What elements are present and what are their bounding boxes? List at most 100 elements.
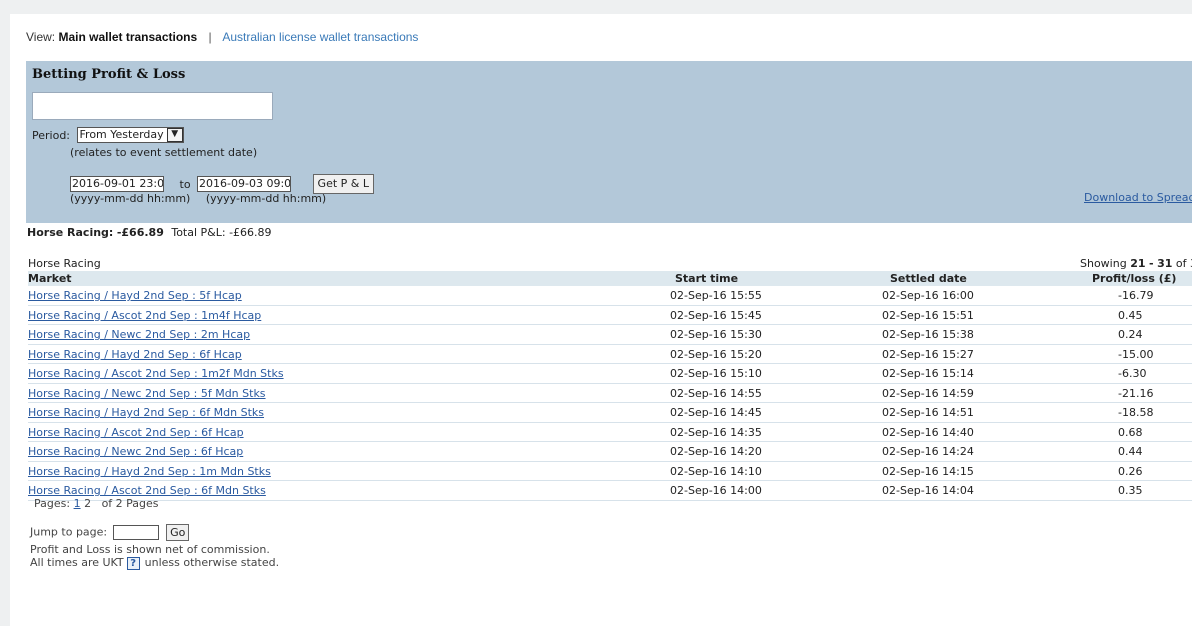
start-time: 02-Sep-16 14:20 (670, 445, 762, 458)
table-row: Horse Racing / Newc 2nd Sep : 6f Hcap 02-… (28, 442, 1192, 462)
start-time: 02-Sep-16 14:35 (670, 425, 762, 439)
pages-label: Pages: (34, 497, 71, 510)
settled-date: 02-Sep-16 14:24 (882, 445, 974, 458)
settled-date: 02-Sep-16 14:04 (882, 484, 974, 497)
market-link[interactable]: Horse Racing / Ascot 2nd Sep : 6f Hcap (28, 426, 244, 439)
profit-loss: -18.58 (1118, 406, 1154, 419)
help-icon[interactable]: ? (126, 556, 140, 570)
period-selected-value: From Yesterday (79, 128, 164, 141)
settled-date: 02-Sep-16 15:14 (882, 367, 974, 380)
start-time: 02-Sep-16 15:10 (670, 367, 762, 380)
showing-suffix: of 31 (1175, 257, 1192, 270)
market-link[interactable]: Horse Racing / Ascot 2nd Sep : 1m4f Hcap (28, 309, 261, 322)
times-prefix: All times are UKT (30, 556, 124, 569)
from-date-input[interactable]: 2016-09-01 23:00 (70, 176, 164, 192)
table-row: Horse Racing / Ascot 2nd Sep : 6f Hcap 02… (28, 423, 1192, 442)
showing-from: 21 (1130, 257, 1146, 270)
pagination: Pages: 1 2 of 2 Pages (34, 497, 159, 510)
view-prefix: View: (26, 30, 56, 44)
table-row: Horse Racing / Hayd 2nd Sep : 5f Hcap 02-… (28, 286, 1192, 306)
profit-loss: 0.35 (1118, 484, 1143, 497)
to-label: to (179, 177, 191, 191)
header-profit-loss: Profit/loss (£) (1092, 272, 1177, 285)
date-range-row: 2016-09-01 23:00 to 2016-09-03 09:08 Get… (70, 174, 374, 194)
table-row: Horse Racing / Newc 2nd Sep : 2m Hcap 02-… (28, 325, 1192, 345)
australian-wallet-link[interactable]: Australian license wallet transactions (222, 30, 418, 44)
panel-title: Betting Profit & Loss (32, 67, 186, 82)
pl-filter-panel: Betting Profit & Loss Period: From Yeste… (26, 61, 1192, 223)
market-link[interactable]: Horse Racing / Hayd 2nd Sep : 6f Mdn Stk… (28, 406, 264, 419)
date-format-hints: (yyyy-mm-dd hh:mm) (yyyy-mm-dd hh:mm) (70, 192, 326, 205)
download-spreadsheet-link[interactable]: Download to Spreadsh (1084, 191, 1192, 204)
profit-loss: 0.68 (1118, 425, 1143, 439)
period-row: Period: From Yesterday ▼ (32, 127, 184, 143)
view-switcher: View: Main wallet transactions | Austral… (26, 30, 418, 44)
chevron-down-icon[interactable]: ▼ (166, 128, 183, 142)
go-button[interactable]: Go (166, 524, 190, 541)
get-pl-button[interactable]: Get P & L (312, 174, 374, 194)
profit-loss: -16.79 (1118, 289, 1154, 302)
settled-date: 02-Sep-16 16:00 (882, 289, 974, 302)
table-row: Horse Racing / Hayd 2nd Sep : 1m Mdn Stk… (28, 462, 1192, 481)
market-link[interactable]: Horse Racing / Hayd 2nd Sep : 1m Mdn Stk… (28, 465, 271, 478)
period-label: Period: (32, 128, 71, 142)
page-current-2: 2 (84, 497, 92, 510)
message-box (32, 92, 273, 120)
start-time: 02-Sep-16 15:20 (670, 347, 762, 361)
jump-page-input[interactable] (112, 525, 159, 540)
total-value: -£66.89 (229, 226, 272, 239)
table-header: Market Start time Settled date Profit/lo… (28, 271, 1192, 286)
market-link[interactable]: Horse Racing / Hayd 2nd Sep : 5f Hcap (28, 289, 242, 302)
table-row: Horse Racing / Ascot 2nd Sep : 1m2f Mdn … (28, 364, 1192, 384)
start-time: 02-Sep-16 15:30 (670, 328, 762, 341)
from-format-hint: (yyyy-mm-dd hh:mm) (70, 192, 191, 205)
market-link[interactable]: Horse Racing / Ascot 2nd Sep : 1m2f Mdn … (28, 367, 284, 380)
settled-date: 02-Sep-16 15:51 (882, 308, 974, 322)
profit-loss: 0.45 (1118, 308, 1143, 322)
page-container: View: Main wallet transactions | Austral… (10, 14, 1192, 626)
start-time: 02-Sep-16 14:45 (670, 406, 762, 419)
to-format-hint: (yyyy-mm-dd hh:mm) (205, 192, 327, 205)
header-market: Market (28, 272, 72, 285)
settled-date: 02-Sep-16 15:27 (882, 347, 974, 361)
view-current: Main wallet transactions (58, 30, 198, 44)
showing-prefix: Showing (1080, 257, 1127, 270)
profit-loss: -6.30 (1118, 367, 1147, 380)
commission-note: Profit and Loss is shown net of commissi… (30, 543, 270, 556)
category-value: -£66.89 (116, 226, 164, 239)
profit-loss: 0.26 (1118, 464, 1143, 478)
table-row: Horse Racing / Hayd 2nd Sep : 6f Hcap 02-… (28, 345, 1192, 364)
settled-date: 02-Sep-16 15:38 (882, 328, 974, 341)
start-time: 02-Sep-16 15:55 (670, 289, 762, 302)
jump-to-page: Jump to page: Go (30, 524, 190, 541)
start-time: 02-Sep-16 14:55 (670, 386, 762, 400)
profit-loss: 0.24 (1118, 328, 1143, 341)
table-row: Horse Racing / Ascot 2nd Sep : 6f Mdn St… (28, 481, 1192, 501)
table-body: Horse Racing / Hayd 2nd Sep : 5f Hcap 02-… (28, 286, 1192, 501)
table-row: Horse Racing / Ascot 2nd Sep : 1m4f Hcap… (28, 306, 1192, 325)
start-time: 02-Sep-16 14:10 (670, 464, 762, 478)
showing-to: 31 (1157, 257, 1173, 270)
section-label: Horse Racing (28, 257, 101, 270)
page-link-1[interactable]: 1 (74, 497, 81, 510)
header-settled-date: Settled date (890, 272, 967, 285)
to-date-input[interactable]: 2016-09-03 09:08 (197, 176, 292, 192)
pl-table: Market Start time Settled date Profit/lo… (28, 271, 1192, 501)
total-label: Total P&L: (171, 226, 226, 239)
market-link[interactable]: Horse Racing / Newc 2nd Sep : 6f Hcap (28, 445, 243, 458)
start-time: 02-Sep-16 15:45 (670, 308, 762, 322)
market-link[interactable]: Horse Racing / Ascot 2nd Sep : 6f Mdn St… (28, 484, 266, 497)
showing-count: Showing 21 - 31 of 31 (1080, 257, 1192, 270)
period-select[interactable]: From Yesterday ▼ (76, 127, 184, 143)
market-link[interactable]: Horse Racing / Newc 2nd Sep : 5f Mdn Stk… (28, 387, 266, 400)
settled-date: 02-Sep-16 14:40 (882, 425, 974, 439)
settled-date: 02-Sep-16 14:51 (882, 406, 974, 419)
header-start-time: Start time (675, 272, 739, 285)
timezone-note: All times are UKT? unless otherwise state… (30, 556, 279, 570)
market-link[interactable]: Horse Racing / Hayd 2nd Sep : 6f Hcap (28, 348, 242, 361)
category-label: Horse Racing: (27, 226, 114, 239)
market-link[interactable]: Horse Racing / Newc 2nd Sep : 2m Hcap (28, 328, 250, 341)
profit-loss: 0.44 (1118, 445, 1143, 458)
settled-date: 02-Sep-16 14:59 (882, 386, 974, 400)
profit-loss: -15.00 (1118, 347, 1154, 361)
